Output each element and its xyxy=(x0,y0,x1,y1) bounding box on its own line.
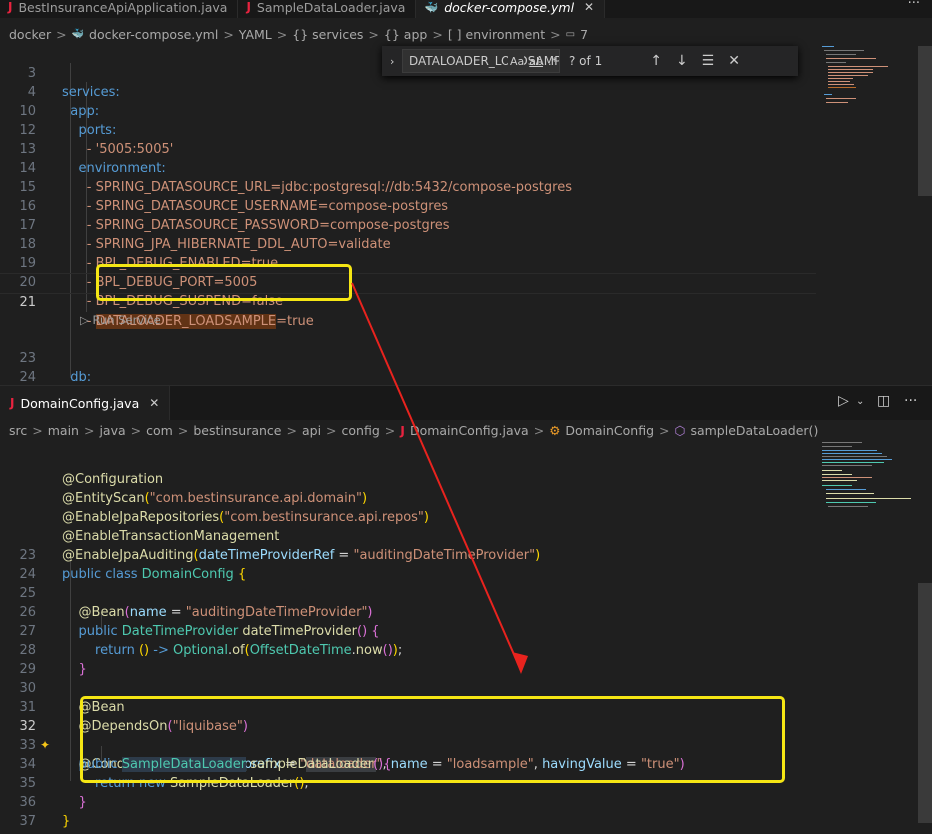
arrow-line xyxy=(351,282,520,667)
annotation-arrow xyxy=(351,282,528,674)
arrow-head xyxy=(512,652,528,674)
